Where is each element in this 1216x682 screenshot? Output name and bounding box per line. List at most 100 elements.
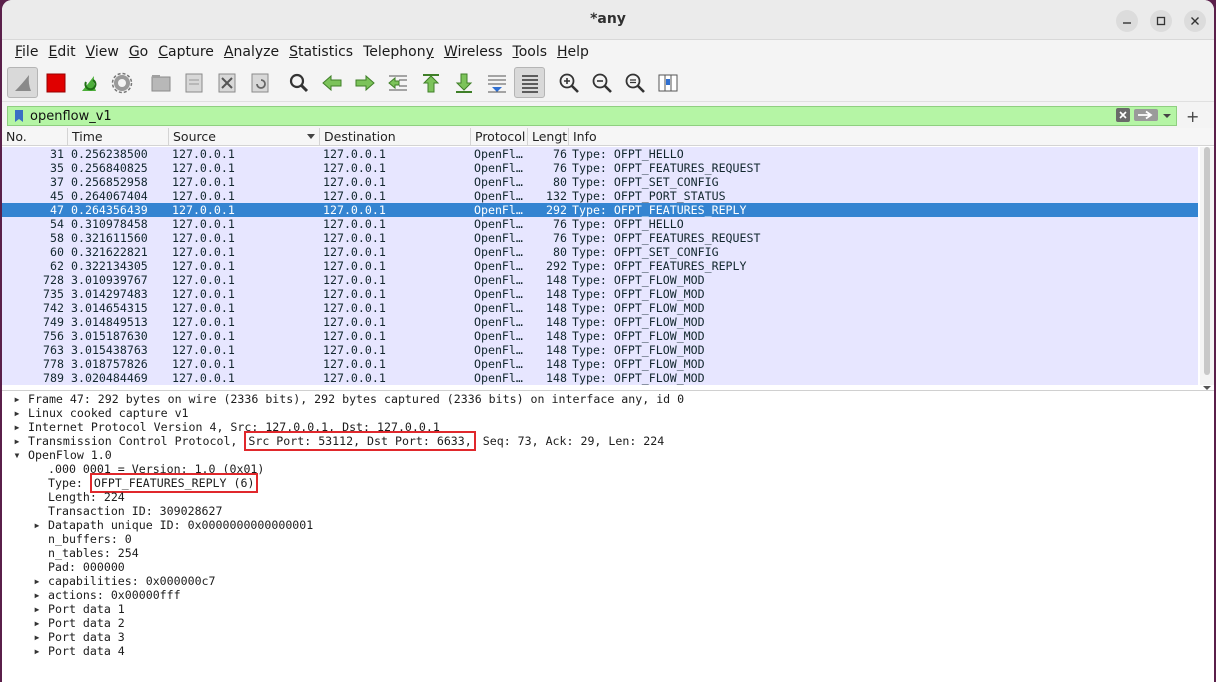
- filter-history-dropdown[interactable]: [1162, 110, 1172, 125]
- go-last-button[interactable]: [448, 67, 479, 98]
- close-button[interactable]: [1184, 10, 1206, 32]
- apply-filter-button[interactable]: [1134, 108, 1158, 126]
- collapsed-arrow-icon[interactable]: ▸: [32, 588, 42, 602]
- close-file-button[interactable]: [211, 67, 242, 98]
- table-row[interactable]: 58 0.321611560 127.0.0.1 127.0.0.1 OpenFl… 76…: [2, 231, 1198, 245]
- table-row[interactable]: 62 0.322134305 127.0.0.1 127.0.0.1 OpenFl… 29…: [2, 259, 1198, 273]
- table-row[interactable]: 45 0.264067404 127.0.0.1 127.0.0.1 OpenFl… 13…: [2, 189, 1198, 203]
- column-header-destination[interactable]: Destination: [320, 128, 471, 145]
- go-forward-button[interactable]: [349, 67, 380, 98]
- detail-tree-item[interactable]: ▸ Port data 1: [2, 602, 1214, 616]
- minimize-button[interactable]: [1116, 10, 1138, 32]
- scrollbar-thumb[interactable]: [1204, 147, 1210, 375]
- add-filter-button[interactable]: +: [1186, 107, 1199, 126]
- reload-file-button[interactable]: [244, 67, 275, 98]
- stop-capture-button[interactable]: [40, 67, 71, 98]
- go-to-packet-button[interactable]: [382, 67, 413, 98]
- zoom-normal-button[interactable]: [619, 67, 650, 98]
- menu-item[interactable]: File: [10, 44, 43, 60]
- table-row[interactable]: 789 3.020484469 127.0.0.1 127.0.0.1 OpenFl… 1…: [2, 371, 1198, 385]
- collapsed-arrow-icon[interactable]: ▸: [12, 406, 22, 420]
- capture-options-button[interactable]: [106, 67, 137, 98]
- collapsed-arrow-icon[interactable]: ▸: [12, 420, 22, 434]
- colorize-button[interactable]: [514, 67, 545, 98]
- table-row[interactable]: 749 3.014849513 127.0.0.1 127.0.0.1 OpenFl… 1…: [2, 315, 1198, 329]
- maximize-button[interactable]: [1150, 10, 1172, 32]
- save-file-button[interactable]: [178, 67, 209, 98]
- menu-item[interactable]: Analyze: [219, 44, 284, 60]
- packet-list-scrollbar[interactable]: [1200, 147, 1214, 390]
- table-row[interactable]: 60 0.321622821 127.0.0.1 127.0.0.1 OpenFl… 80…: [2, 245, 1198, 259]
- zoom-out-button[interactable]: [586, 67, 617, 98]
- column-header-protocol[interactable]: Protocol: [471, 128, 528, 145]
- menu-item[interactable]: View: [81, 44, 124, 60]
- table-row[interactable]: 54 0.310978458 127.0.0.1 127.0.0.1 OpenFl… 76…: [2, 217, 1198, 231]
- collapsed-arrow-icon[interactable]: ▸: [12, 392, 22, 406]
- collapsed-arrow-icon[interactable]: ▸: [32, 574, 42, 588]
- column-header-info[interactable]: Info: [569, 128, 1214, 145]
- detail-tree-item[interactable]: ▸ capabilities: 0x000000c7: [2, 574, 1214, 588]
- table-row[interactable]: 735 3.014297483 127.0.0.1 127.0.0.1 OpenFl… 1…: [2, 287, 1198, 301]
- table-row[interactable]: 742 3.014654315 127.0.0.1 127.0.0.1 OpenFl… 1…: [2, 301, 1198, 315]
- table-row[interactable]: 728 3.010939767 127.0.0.1 127.0.0.1 OpenFl… 1…: [2, 273, 1198, 287]
- detail-tree-item[interactable]: Transaction ID: 309028627: [2, 504, 1214, 518]
- start-capture-button[interactable]: [7, 67, 38, 98]
- table-row[interactable]: 756 3.015187630 127.0.0.1 127.0.0.1 OpenFl… 1…: [2, 329, 1198, 343]
- table-row[interactable]: 763 3.015438763 127.0.0.1 127.0.0.1 OpenFl… 1…: [2, 343, 1198, 357]
- detail-tree-item[interactable]: ▸ Frame 47: 292 bytes on wire (2336 bits)…: [2, 392, 1214, 406]
- detail-tree-item[interactable]: ▸ Internet Protocol Version 4, Src: 127.0…: [2, 420, 1214, 434]
- table-row[interactable]: 778 3.018757826 127.0.0.1 127.0.0.1 OpenFl… 1…: [2, 357, 1198, 371]
- detail-tree-item[interactable]: ▸ Port data 4: [2, 644, 1214, 658]
- table-row[interactable]: 37 0.256852958 127.0.0.1 127.0.0.1 OpenFl… 80…: [2, 175, 1198, 189]
- collapsed-arrow-icon[interactable]: ▸: [32, 630, 42, 644]
- detail-tree-item[interactable]: n_buffers: 0: [2, 532, 1214, 546]
- detail-tree-item[interactable]: Type: OFPT_FEATURES_REPLY (6): [2, 473, 1214, 493]
- detail-tree-item[interactable]: ▸ Port data 2: [2, 616, 1214, 630]
- expanded-arrow-icon[interactable]: ▾: [12, 448, 22, 462]
- detail-tree-item[interactable]: ▸ Linux cooked capture v1: [2, 406, 1214, 420]
- detail-tree-item[interactable]: ▸ Transmission Control Protocol, Src Port…: [2, 431, 1214, 451]
- collapsed-arrow-icon[interactable]: ▸: [32, 518, 42, 532]
- cell-src: 127.0.0.1: [172, 259, 235, 273]
- go-back-button[interactable]: [316, 67, 347, 98]
- table-row[interactable]: 31 0.256238500 127.0.0.1 127.0.0.1 OpenFl… 76…: [2, 147, 1198, 161]
- menu-item[interactable]: Edit: [43, 44, 80, 60]
- table-row-selected[interactable]: 47 0.264356439 127.0.0.1 127.0.0.1 OpenFl… 29…: [2, 203, 1198, 217]
- cell-proto: OpenFl…: [474, 357, 523, 371]
- collapsed-arrow-icon[interactable]: ▸: [32, 644, 42, 658]
- column-header-length[interactable]: Length: [528, 128, 569, 145]
- detail-tree-item[interactable]: ▸ Port data 3: [2, 630, 1214, 644]
- column-header-source[interactable]: Source: [169, 128, 320, 145]
- menu-item[interactable]: Telephony: [358, 44, 439, 60]
- column-header-time[interactable]: Time: [68, 128, 169, 145]
- cell-proto: OpenFl…: [474, 161, 523, 175]
- go-first-button[interactable]: [415, 67, 446, 98]
- display-filter-input[interactable]: [30, 108, 1030, 124]
- menu-item[interactable]: Help: [552, 44, 594, 60]
- menu-item[interactable]: Statistics: [284, 44, 358, 60]
- clear-filter-button[interactable]: [1116, 108, 1130, 126]
- bookmark-icon[interactable]: [11, 108, 27, 124]
- collapsed-arrow-icon[interactable]: ▸: [12, 434, 22, 448]
- open-file-button[interactable]: [145, 67, 176, 98]
- menu-item[interactable]: Wireless: [439, 44, 508, 60]
- detail-tree-item[interactable]: n_tables: 254: [2, 546, 1214, 560]
- column-header-no[interactable]: No.: [2, 128, 68, 145]
- cell-no: 31: [50, 147, 64, 161]
- detail-tree-item[interactable]: ▸ actions: 0x00000fff: [2, 588, 1214, 602]
- restart-capture-button[interactable]: [73, 67, 104, 98]
- detail-tree-item[interactable]: Pad: 000000: [2, 560, 1214, 574]
- detail-tree-item[interactable]: ▸ Datapath unique ID: 0x0000000000000001: [2, 518, 1214, 532]
- menu-item[interactable]: Go: [124, 44, 153, 60]
- autoscroll-button[interactable]: [481, 67, 512, 98]
- zoom-in-button[interactable]: [553, 67, 584, 98]
- collapsed-arrow-icon[interactable]: ▸: [32, 602, 42, 616]
- detail-tree-item[interactable]: ▾ OpenFlow 1.0: [2, 448, 1214, 462]
- detail-tree-item[interactable]: Length: 224: [2, 490, 1214, 504]
- resize-columns-button[interactable]: [652, 67, 683, 98]
- find-packet-button[interactable]: [283, 67, 314, 98]
- table-row[interactable]: 35 0.256840825 127.0.0.1 127.0.0.1 OpenFl… 76…: [2, 161, 1198, 175]
- collapsed-arrow-icon[interactable]: ▸: [32, 616, 42, 630]
- menu-item[interactable]: Capture: [153, 44, 219, 60]
- menu-item[interactable]: Tools: [508, 44, 553, 60]
